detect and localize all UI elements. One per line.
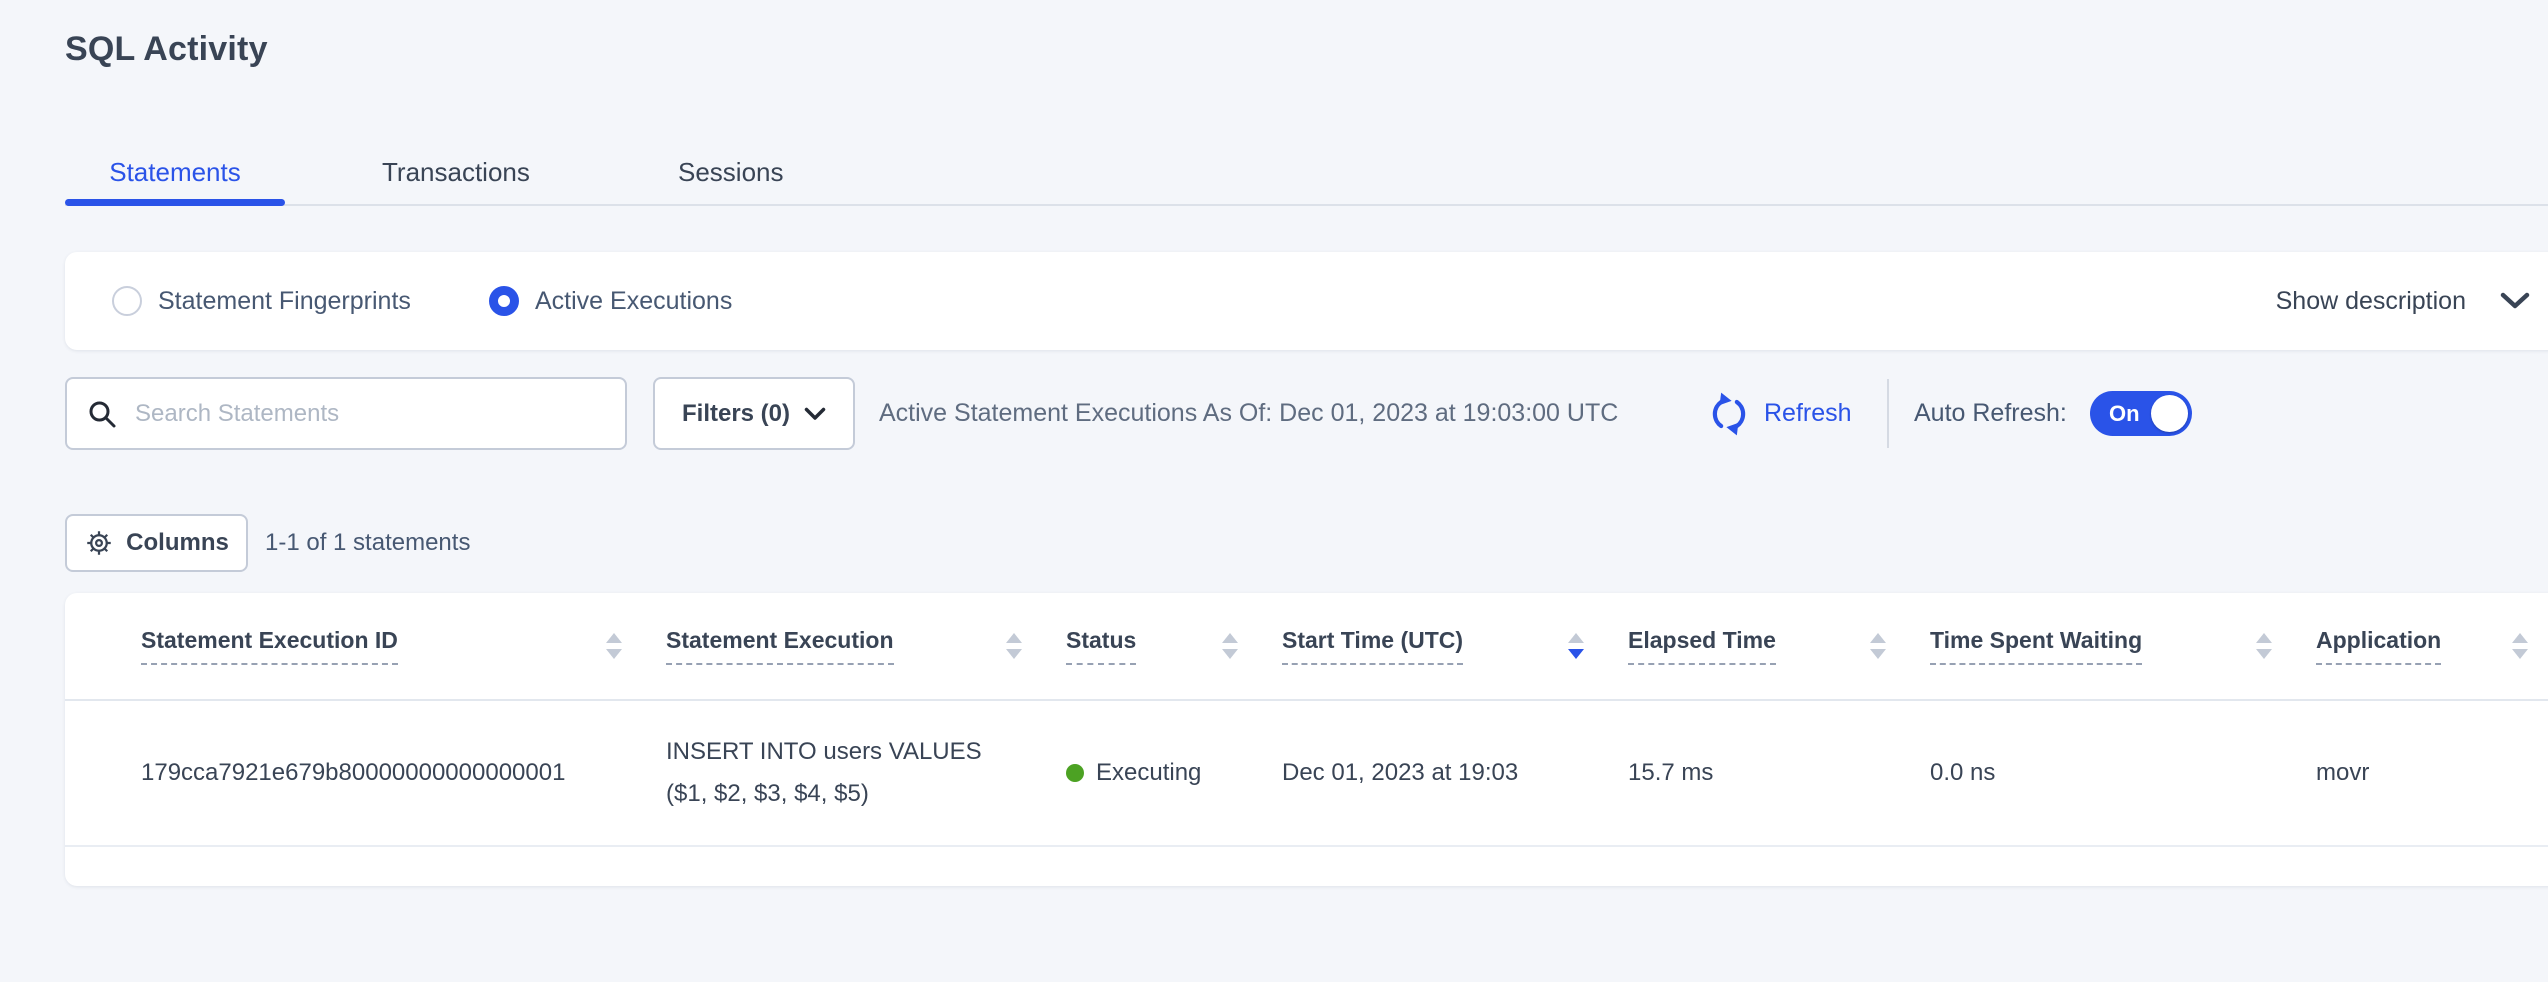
- columns-button[interactable]: Columns: [65, 514, 248, 572]
- tab-sessions[interactable]: Sessions: [678, 150, 784, 194]
- radio-statement-fingerprints[interactable]: Statement Fingerprints: [112, 252, 411, 350]
- sort-arrows-icon: [2256, 633, 2272, 659]
- radio-label: Active Executions: [535, 287, 732, 316]
- active-tab-indicator: [65, 199, 285, 206]
- radio-unselected-icon: [112, 286, 142, 316]
- vertical-divider: [1887, 379, 1889, 448]
- cell-statement: INSERT INTO users VALUES ($1, $2, $3, $4…: [666, 731, 1066, 815]
- chevron-down-icon: [804, 407, 826, 421]
- tab-transactions[interactable]: Transactions: [382, 150, 530, 194]
- refresh-button[interactable]: Refresh: [1706, 377, 1852, 450]
- column-header-time-spent-waiting[interactable]: Time Spent Waiting: [1930, 627, 2316, 665]
- cell-execution-id: 179cca7921e679b80000000000000001: [141, 759, 666, 787]
- column-header-start-time[interactable]: Start Time (UTC): [1282, 627, 1628, 665]
- filters-button[interactable]: Filters (0): [653, 377, 855, 450]
- sort-arrows-icon: [2512, 633, 2528, 659]
- results-summary: 1-1 of 1 statements: [265, 514, 470, 572]
- show-description-label: Show description: [2276, 287, 2466, 316]
- cell-elapsed-time: 15.7 ms: [1628, 759, 1930, 787]
- statements-toolbar: Filters (0) Active Statement Executions …: [0, 377, 2548, 450]
- table-row[interactable]: 179cca7921e679b80000000000000001 INSERT …: [65, 701, 2548, 847]
- cell-time-spent-waiting: 0.0 ns: [1930, 759, 2316, 787]
- sort-arrows-icon: [1568, 633, 1584, 659]
- search-box: [65, 377, 627, 450]
- status-label: Executing: [1096, 759, 1201, 787]
- show-description-toggle[interactable]: Show description: [2276, 252, 2530, 350]
- radio-active-executions[interactable]: Active Executions: [489, 252, 732, 350]
- tabs-divider-line: [65, 204, 2548, 206]
- view-mode-card: Statement Fingerprints Active Executions…: [65, 252, 2548, 350]
- column-header-application[interactable]: Application: [2316, 627, 2548, 665]
- toggle-state-label: On: [2109, 391, 2140, 436]
- tab-statements[interactable]: Statements: [65, 150, 285, 194]
- status-dot-icon: [1066, 764, 1084, 782]
- table-header-row: Statement Execution ID Statement Executi…: [65, 593, 2548, 701]
- sort-arrows-icon: [606, 633, 622, 659]
- columns-button-label: Columns: [126, 529, 229, 557]
- statements-table: Statement Execution ID Statement Executi…: [65, 593, 2548, 886]
- filters-label: Filters (0): [682, 400, 790, 428]
- column-header-elapsed-time[interactable]: Elapsed Time: [1628, 627, 1930, 665]
- page-title: SQL Activity: [65, 30, 268, 69]
- search-input[interactable]: [133, 399, 605, 429]
- sort-arrows-icon: [1870, 633, 1886, 659]
- toggle-knob-icon: [2151, 395, 2188, 432]
- column-header-statement-execution[interactable]: Statement Execution: [666, 627, 1066, 665]
- cell-status: Executing: [1066, 759, 1282, 787]
- chevron-down-icon: [2500, 292, 2530, 310]
- radio-label: Statement Fingerprints: [158, 287, 411, 316]
- sort-arrows-icon: [1222, 633, 1238, 659]
- as-of-text: Active Statement Executions As Of: Dec 0…: [879, 377, 1618, 450]
- auto-refresh-label: Auto Refresh:: [1914, 377, 2067, 450]
- refresh-label: Refresh: [1764, 399, 1852, 428]
- cell-application: movr: [2316, 759, 2548, 787]
- gear-icon: [84, 528, 114, 558]
- column-header-statement-execution-id[interactable]: Statement Execution ID: [141, 627, 666, 665]
- search-icon: [87, 399, 117, 429]
- auto-refresh-toggle[interactable]: On: [2090, 391, 2192, 436]
- radio-selected-icon: [489, 286, 519, 316]
- table-toolbar: Columns 1-1 of 1 statements: [0, 514, 2548, 572]
- sort-arrows-icon: [1006, 633, 1022, 659]
- cell-start-time: Dec 01, 2023 at 19:03: [1282, 759, 1628, 787]
- column-header-status[interactable]: Status: [1066, 627, 1282, 665]
- refresh-icon: [1706, 391, 1752, 437]
